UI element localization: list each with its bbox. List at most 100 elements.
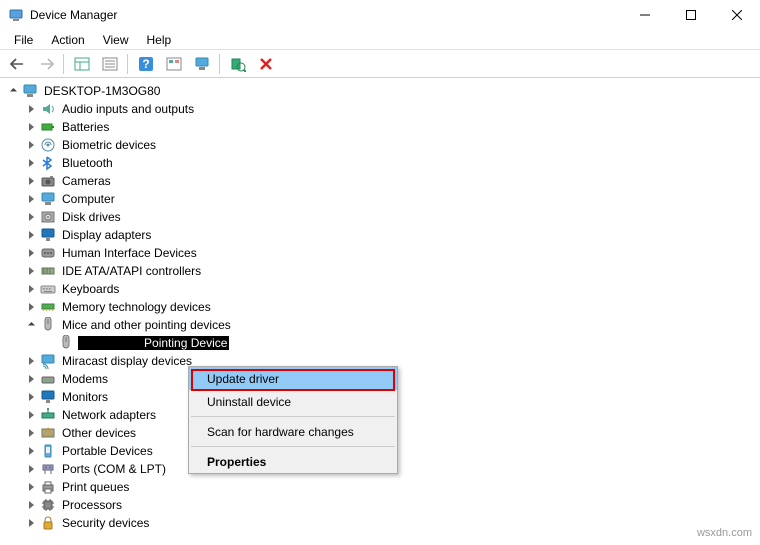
category-row[interactable]: Human Interface Devices	[6, 244, 758, 262]
category-label: Computer	[60, 192, 117, 206]
maximize-button[interactable]	[668, 0, 714, 30]
cpu-icon	[40, 497, 56, 513]
window-controls	[622, 0, 760, 30]
security-icon	[40, 515, 56, 531]
expand-icon[interactable]	[24, 318, 38, 332]
ctx-uninstall-device[interactable]: Uninstall device	[189, 390, 397, 413]
expand-icon[interactable]	[24, 516, 38, 530]
network-icon	[40, 407, 56, 423]
uninstall-button[interactable]	[252, 52, 280, 76]
back-button[interactable]	[4, 52, 32, 76]
expand-icon[interactable]	[24, 156, 38, 170]
category-row[interactable]: Bluetooth	[6, 154, 758, 172]
category-row[interactable]: Security devices	[6, 514, 758, 531]
expand-icon[interactable]	[24, 228, 38, 242]
category-row[interactable]: IDE ATA/ATAPI controllers	[6, 262, 758, 280]
titlebar: Device Manager	[0, 0, 760, 30]
disk-icon	[40, 209, 56, 225]
display-icon	[40, 227, 56, 243]
expand-icon[interactable]	[24, 426, 38, 440]
menu-help[interactable]: Help	[139, 32, 180, 48]
device-manager-icon	[8, 7, 24, 23]
menu-action[interactable]: Action	[43, 32, 92, 48]
close-button[interactable]	[714, 0, 760, 30]
category-label: Monitors	[60, 390, 110, 404]
category-label: Ports (COM & LPT)	[60, 462, 168, 476]
expand-icon[interactable]	[24, 210, 38, 224]
category-row[interactable]: Display adapters	[6, 226, 758, 244]
scan-hardware-button[interactable]	[224, 52, 252, 76]
expand-icon[interactable]	[24, 372, 38, 386]
category-label: Biometric devices	[60, 138, 158, 152]
selected-device: XXXXXXXXPointing Device	[78, 336, 229, 350]
help-button[interactable]: ?	[132, 52, 160, 76]
menu-file[interactable]: File	[6, 32, 41, 48]
minimize-button[interactable]	[622, 0, 668, 30]
expand-icon[interactable]	[24, 192, 38, 206]
expand-icon[interactable]	[24, 102, 38, 116]
category-row[interactable]: Cameras	[6, 172, 758, 190]
ide-icon	[40, 263, 56, 279]
category-row[interactable]: Mice and other pointing devices	[6, 316, 758, 334]
category-row[interactable]: Audio inputs and outputs	[6, 100, 758, 118]
ctx-separator	[191, 446, 395, 447]
category-label: Batteries	[60, 120, 111, 134]
category-row[interactable]: Batteries	[6, 118, 758, 136]
toolbar: ?	[0, 50, 760, 78]
expand-icon[interactable]	[24, 174, 38, 188]
category-label: Bluetooth	[60, 156, 115, 170]
category-row[interactable]: Disk drives	[6, 208, 758, 226]
expand-icon[interactable]	[24, 246, 38, 260]
category-row[interactable]: Computer	[6, 190, 758, 208]
expand-icon[interactable]	[24, 498, 38, 512]
toolbar-btn-1[interactable]	[68, 52, 96, 76]
ports-icon	[40, 461, 56, 477]
menubar: File Action View Help	[0, 30, 760, 50]
expand-icon[interactable]	[24, 444, 38, 458]
modem-icon	[40, 371, 56, 387]
expand-icon[interactable]	[24, 120, 38, 134]
category-row[interactable]: Memory technology devices	[6, 298, 758, 316]
toolbar-separator	[124, 52, 132, 76]
expand-icon[interactable]	[24, 480, 38, 494]
biometric-icon	[40, 137, 56, 153]
ctx-update-driver[interactable]: Update driver	[189, 367, 397, 390]
expand-icon[interactable]	[24, 408, 38, 422]
category-row[interactable]: Keyboards	[6, 280, 758, 298]
ctx-scan-hardware[interactable]: Scan for hardware changes	[189, 420, 397, 443]
expand-icon[interactable]	[24, 354, 38, 368]
category-label: Processors	[60, 498, 124, 512]
toolbar-separator	[60, 52, 68, 76]
menu-view[interactable]: View	[95, 32, 137, 48]
category-label: Mice and other pointing devices	[60, 318, 233, 332]
miracast-icon	[40, 353, 56, 369]
toolbar-btn-4[interactable]	[160, 52, 188, 76]
category-row[interactable]: Processors	[6, 496, 758, 514]
category-row[interactable]: Print queues	[6, 478, 758, 496]
category-label: Print queues	[60, 480, 131, 494]
toolbar-btn-2[interactable]	[96, 52, 124, 76]
expand-icon[interactable]	[24, 282, 38, 296]
mouse-icon	[58, 335, 74, 351]
category-label: IDE ATA/ATAPI controllers	[60, 264, 203, 278]
category-label: Human Interface Devices	[60, 246, 199, 260]
expand-icon[interactable]	[24, 462, 38, 476]
expand-icon[interactable]	[24, 138, 38, 152]
expand-icon[interactable]	[24, 390, 38, 404]
device-row[interactable]: XXXXXXXXPointing Device	[6, 334, 758, 352]
expand-icon[interactable]	[24, 300, 38, 314]
category-row[interactable]: Biometric devices	[6, 136, 758, 154]
audio-icon	[40, 101, 56, 117]
tree-root[interactable]: DESKTOP-1M3OG80	[6, 82, 758, 100]
category-label: Miracast display devices	[60, 354, 194, 368]
hid-icon	[40, 245, 56, 261]
mouse-icon	[40, 317, 56, 333]
category-label: Modems	[60, 372, 110, 386]
window-title: Device Manager	[30, 8, 622, 22]
forward-button[interactable]	[32, 52, 60, 76]
ctx-properties[interactable]: Properties	[189, 450, 397, 473]
collapse-icon[interactable]	[6, 84, 20, 98]
expand-icon[interactable]	[24, 264, 38, 278]
toolbar-btn-5[interactable]	[188, 52, 216, 76]
category-label: Keyboards	[60, 282, 121, 296]
